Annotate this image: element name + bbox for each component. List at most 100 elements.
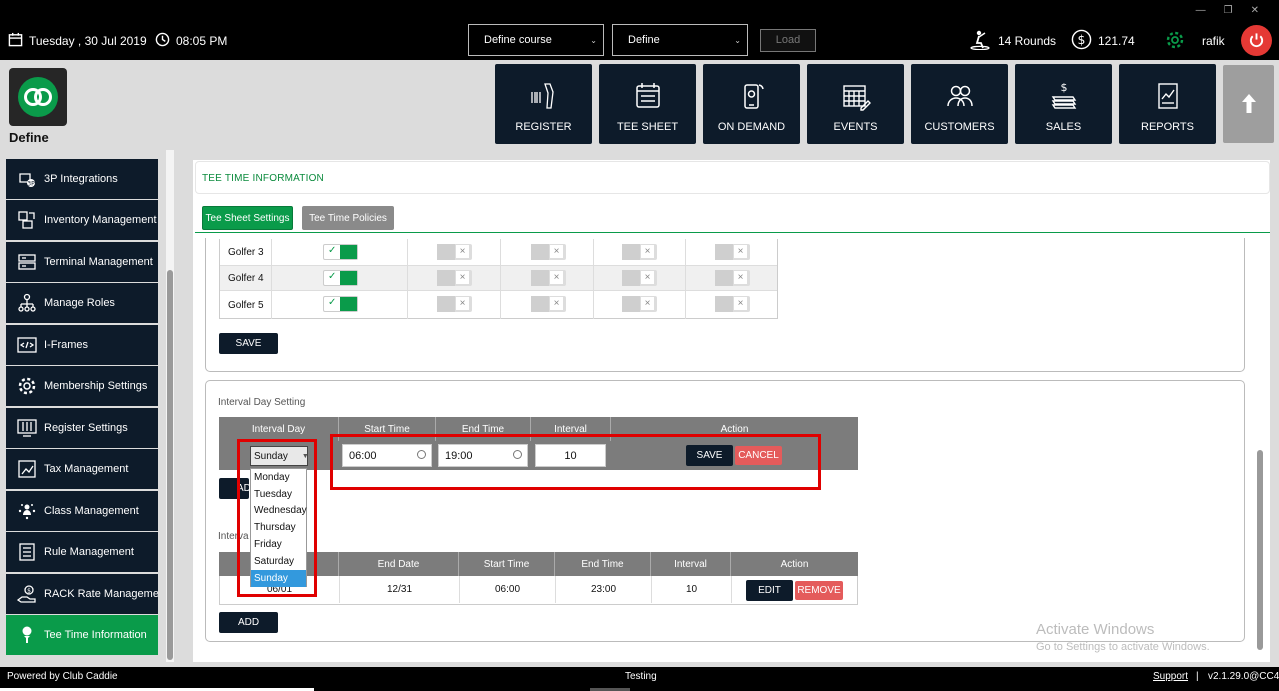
toggle-off[interactable]: ×	[715, 296, 750, 312]
sidebar-item-label: Tee Time Information	[44, 629, 147, 641]
table-row: Golfer 3	[220, 239, 777, 265]
rack-rate-icon: $	[16, 583, 38, 605]
svg-text:$: $	[1078, 32, 1086, 47]
toggle-off[interactable]: ×	[622, 244, 657, 260]
toggle-off[interactable]: ×	[437, 296, 472, 312]
sidebar-item-class[interactable]: Class Management	[6, 491, 158, 531]
tile-reports[interactable]: REPORTS	[1119, 64, 1216, 144]
edit-button[interactable]: EDIT	[746, 580, 793, 601]
sidebar-item-rule[interactable]: Rule Management	[6, 532, 158, 572]
version-text: v2.1.29.0@CC4	[1208, 671, 1279, 682]
sidebar-item-label: Register Settings	[44, 422, 128, 434]
calendar-icon	[8, 32, 23, 50]
mobile-icon	[743, 84, 764, 109]
toggle-off[interactable]: ×	[531, 244, 566, 260]
interval-day-title: Interval Day Setting	[218, 397, 306, 408]
sidebar-item-tee-time-info[interactable]: Tee Time Information	[6, 615, 158, 655]
sidebar-item-rack-rate[interactable]: $ RACK Rate Manageme...	[6, 574, 158, 614]
tile-events[interactable]: EVENTS	[807, 64, 904, 144]
sidebar-item-label: Inventory Management	[44, 214, 157, 226]
toggle-off[interactable]: ×	[437, 244, 472, 260]
sidebar-item-tax[interactable]: Tax Management	[6, 449, 158, 489]
tile-on-demand[interactable]: ON DEMAND	[703, 64, 800, 144]
support-link[interactable]: Support	[1153, 671, 1188, 682]
column-header: Action	[780, 558, 809, 570]
end-time-cell: 23:00	[556, 576, 652, 603]
scanner-icon	[530, 83, 554, 109]
sidebar-item-label: Manage Roles	[44, 297, 115, 309]
tile-label: REGISTER	[515, 121, 572, 133]
sidebar-item-label: 3P Integrations	[44, 173, 118, 185]
inventory-icon	[16, 209, 38, 231]
tile-register[interactable]: REGISTER	[495, 64, 592, 144]
toggle-off[interactable]: ×	[622, 296, 657, 312]
save-button[interactable]: SAVE	[219, 333, 278, 354]
toggle-off[interactable]: ×	[715, 244, 750, 260]
column-divider	[685, 239, 686, 319]
events-calendar-icon	[842, 85, 871, 111]
sidebar-scroll-thumb[interactable]	[167, 270, 173, 660]
golfer-name: Golfer 3	[228, 246, 264, 258]
tile-label: SALES	[1045, 121, 1082, 133]
settings-gear-icon[interactable]	[1165, 30, 1185, 53]
scroll-top-button[interactable]	[1223, 65, 1274, 143]
column-divider	[271, 239, 272, 319]
powered-by-text: Powered by Club Caddie	[7, 671, 118, 682]
highlight-box-row	[330, 434, 821, 490]
balance-text: 121.74	[1098, 34, 1135, 48]
date-text: Tuesday , 30 Jul 2019	[29, 34, 147, 48]
tile-customers[interactable]: CUSTOMERS	[911, 64, 1008, 144]
golfer-icon	[970, 30, 992, 53]
sidebar-item-terminal[interactable]: Terminal Management	[6, 242, 158, 282]
toggle-off[interactable]: ×	[531, 270, 566, 286]
minimize-icon[interactable]: —	[1196, 5, 1206, 16]
sidebar-item-3p-integrations[interactable]: 3P 3P Integrations	[6, 159, 158, 199]
course-select[interactable]: Define course ⌄	[468, 24, 604, 56]
toggle-on[interactable]: ✓	[323, 244, 358, 260]
separator: |	[1196, 671, 1199, 682]
tab-tee-sheet-settings[interactable]: Tee Sheet Settings	[202, 206, 293, 230]
tile-sales[interactable]: $ SALES	[1015, 64, 1112, 144]
table-row: Golfer 5	[220, 292, 777, 318]
sidebar-item-register-settings[interactable]: Register Settings	[6, 408, 158, 448]
restore-icon[interactable]: ❐	[1224, 5, 1233, 16]
load-button[interactable]: Load	[760, 29, 816, 52]
tile-tee-sheet[interactable]: TEE SHEET	[599, 64, 696, 144]
sidebar-item-membership[interactable]: Membership Settings	[6, 366, 158, 406]
section-header-card	[195, 161, 1270, 194]
tab-divider	[195, 232, 1270, 233]
power-button[interactable]	[1241, 25, 1272, 56]
app-logo[interactable]	[9, 68, 67, 126]
add-button[interactable]: ADD	[219, 612, 278, 633]
user-name[interactable]: rafik	[1202, 33, 1225, 49]
column-divider	[593, 239, 594, 319]
golfer-name: Golfer 4	[228, 272, 264, 284]
main-scrollbar[interactable]	[1257, 450, 1263, 650]
balance-display: $ 121.74	[1071, 29, 1135, 50]
sliders-icon	[16, 417, 38, 439]
define-select[interactable]: Define ⌄	[612, 24, 748, 56]
sidebar: 3P 3P Integrations Inventory Management T…	[4, 150, 162, 662]
sidebar-item-label: RACK Rate Manageme...	[44, 588, 158, 600]
sidebar-item-iframes[interactable]: I-Frames	[6, 325, 158, 365]
toggle-off[interactable]: ×	[531, 296, 566, 312]
interval-cell: 10	[652, 576, 732, 603]
toggle-on[interactable]: ✓	[323, 296, 358, 312]
reports-icon	[1157, 83, 1178, 109]
close-icon[interactable]: ✕	[1251, 5, 1259, 16]
sidebar-item-label: Tax Management	[44, 463, 129, 475]
remove-button[interactable]: REMOVE	[795, 581, 843, 600]
toggle-off[interactable]: ×	[437, 270, 472, 286]
clock-icon	[155, 32, 170, 50]
sidebar-item-manage-roles[interactable]: Manage Roles	[6, 283, 158, 323]
roles-icon	[16, 292, 38, 314]
toggle-on[interactable]: ✓	[323, 270, 358, 286]
toggle-off[interactable]: ×	[622, 270, 657, 286]
column-header: Interval Day	[219, 417, 339, 441]
activation-watermark-subtitle: Go to Settings to activate Windows.	[1036, 641, 1210, 653]
toggle-off[interactable]: ×	[715, 270, 750, 286]
sidebar-item-inventory[interactable]: Inventory Management	[6, 200, 158, 240]
column-header: Interval	[651, 552, 731, 576]
tab-tee-time-policies[interactable]: Tee Time Policies	[302, 206, 394, 230]
column-header: End Time	[555, 552, 651, 576]
